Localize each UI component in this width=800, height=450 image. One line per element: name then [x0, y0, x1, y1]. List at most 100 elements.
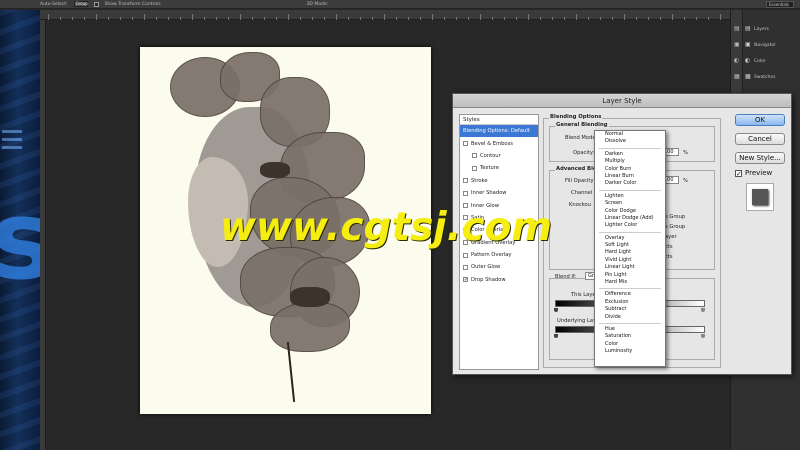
blending-options-title: Blending Options	[549, 114, 603, 120]
style-checkbox[interactable]	[472, 165, 477, 171]
style-item[interactable]: Pattern Overlay	[460, 249, 538, 261]
swatches-dock-icon[interactable]: ▦	[734, 74, 740, 80]
new-style-button[interactable]: New Style...	[735, 152, 785, 164]
this-layer-white-slider[interactable]	[701, 308, 705, 312]
ruler-tick	[228, 17, 229, 20]
style-item[interactable]: Texture	[460, 162, 538, 174]
vertical-ruler	[40, 20, 46, 450]
ruler-tick	[468, 17, 469, 20]
blend-mode-option[interactable]: Hard Light	[595, 249, 665, 256]
ok-button[interactable]: OK	[735, 114, 785, 126]
blend-mode-option[interactable]: Exclusion	[595, 299, 665, 306]
navigator-dock-icon[interactable]: ▣	[734, 42, 740, 48]
blend-mode-option[interactable]: Dissolve	[595, 138, 665, 145]
panel-navigator[interactable]: ▣ Navigator	[745, 40, 800, 50]
ruler-tick	[708, 17, 709, 20]
underlying-layer-black-slider[interactable]	[554, 334, 558, 338]
show-transform-checkbox[interactable]	[93, 1, 99, 7]
blend-mode-option[interactable]: Soft Light	[595, 242, 665, 249]
this-layer-black-slider[interactable]	[554, 308, 558, 312]
blend-mode-option[interactable]: Lighten	[595, 193, 665, 200]
tool-stripe	[2, 130, 22, 133]
option-blend-interior-group[interactable]: s Group	[665, 214, 685, 220]
option-blend-clipped-group[interactable]: s Group	[665, 224, 685, 230]
ruler-tick	[504, 17, 505, 20]
color-dock-icon[interactable]: ◐	[734, 58, 740, 64]
blend-mode-option[interactable]: Vivid Light	[595, 257, 665, 264]
style-checkbox[interactable]	[463, 190, 468, 196]
blend-mode-option[interactable]: Screen	[595, 200, 665, 207]
blend-mode-option[interactable]: Divide	[595, 314, 665, 321]
style-preview-thumbnail	[746, 183, 774, 211]
preview-checkbox[interactable]: ✓	[735, 169, 742, 177]
ruler-tick	[96, 14, 97, 20]
style-item[interactable]: Contour	[460, 150, 538, 162]
ruler-tick	[552, 17, 553, 20]
blend-mode-option[interactable]: Subtract	[595, 306, 665, 313]
blend-mode-option[interactable]: Pin Light	[595, 272, 665, 279]
blend-mode-option[interactable]: Saturation	[595, 333, 665, 340]
panel-swatches[interactable]: ▦ Swatches	[745, 72, 800, 82]
layers-dock-icon[interactable]: ▤	[734, 26, 740, 32]
ruler-tick	[612, 17, 613, 20]
dialog-buttons: OK Cancel New Style... ✓ Preview	[735, 114, 787, 211]
blend-mode-option[interactable]: Color Burn	[595, 166, 665, 173]
style-checkbox[interactable]	[463, 141, 468, 147]
style-checkbox[interactable]	[463, 264, 468, 270]
blend-mode-option[interactable]: Difference	[595, 291, 665, 298]
ruler-tick	[516, 17, 517, 20]
blend-mode-label: Blend Mode:	[565, 135, 598, 141]
navigator-icon: ▣	[745, 41, 751, 48]
menu-separator	[599, 231, 661, 233]
panel-layers[interactable]: ▤ Layers	[745, 24, 800, 34]
ruler-tick	[408, 17, 409, 20]
channels-label: Channel	[571, 190, 593, 196]
style-item[interactable]: Blending Options: Default	[460, 125, 538, 138]
ruler-tick	[84, 17, 85, 20]
style-item[interactable]: Inner Shadow	[460, 187, 538, 199]
blend-mode-option[interactable]: Hard Mix	[595, 279, 665, 286]
option-layer-mask-hides-effects[interactable]: cts	[665, 244, 673, 250]
blend-mode-option[interactable]: Linear Dodge (Add)	[595, 215, 665, 222]
fill-opacity-label: Fill Opacity	[565, 178, 594, 184]
blend-mode-option[interactable]: Overlay	[595, 235, 665, 242]
style-item[interactable]: Outer Glow	[460, 261, 538, 273]
style-checkbox[interactable]: ✓	[463, 277, 468, 283]
blend-mode-option[interactable]: Luminosity	[595, 348, 665, 355]
blend-mode-option[interactable]: Color	[595, 341, 665, 348]
ruler-tick	[108, 17, 109, 20]
blend-mode-option[interactable]: Lighter Color	[595, 222, 665, 229]
blend-mode-option[interactable]: Darker Color	[595, 180, 665, 187]
blend-mode-option[interactable]: Linear Burn	[595, 173, 665, 180]
cancel-button[interactable]: Cancel	[735, 133, 785, 145]
style-checkbox[interactable]	[472, 153, 477, 159]
ruler-tick	[300, 17, 301, 20]
workspace-switcher[interactable]: Essentials	[766, 1, 794, 8]
option-transparency-shapes-layer[interactable]: ayer	[665, 234, 677, 240]
option-vector-mask-hides-effects[interactable]: cts	[665, 254, 673, 260]
ruler-tick	[564, 17, 565, 20]
advanced-blending-title: Advanced Ble	[555, 166, 598, 172]
blend-mode-option[interactable]: Normal	[595, 131, 665, 138]
blend-mode-option[interactable]: Multiply	[595, 158, 665, 165]
panel-color[interactable]: ◐ Color	[745, 56, 800, 66]
underlying-layer-white-slider[interactable]	[701, 334, 705, 338]
styles-header[interactable]: Styles	[460, 115, 538, 125]
style-item[interactable]: ✓ Drop Shadow	[460, 274, 538, 286]
blend-mode-option[interactable]: Linear Light	[595, 264, 665, 271]
blend-mode-option[interactable]: Hue	[595, 326, 665, 333]
auto-select-dropdown[interactable]: Group	[73, 1, 88, 7]
ruler-tick	[696, 17, 697, 20]
style-checkbox[interactable]	[463, 252, 468, 258]
ruler-tick	[348, 17, 349, 20]
style-item[interactable]: Stroke	[460, 175, 538, 187]
preview-row: ✓ Preview	[735, 169, 787, 177]
style-item-label: Drop Shadow	[471, 276, 506, 283]
style-checkbox[interactable]	[463, 178, 468, 184]
blend-mode-option[interactable]: Color Dodge	[595, 208, 665, 215]
preview-label: Preview	[745, 169, 773, 177]
style-item-label: Stroke	[471, 177, 488, 184]
ruler-tick	[396, 17, 397, 20]
blend-mode-option[interactable]: Darken	[595, 151, 665, 158]
style-item[interactable]: Bevel & Emboss	[460, 137, 538, 149]
